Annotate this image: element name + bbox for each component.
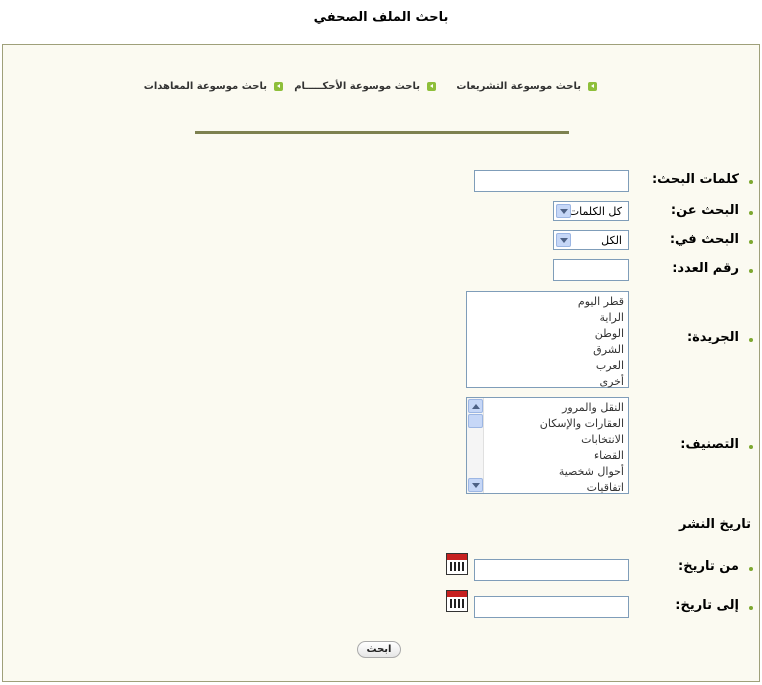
issue-number-input[interactable] [553,259,629,281]
tab-label: باحث موسوعة الأحكـــــام [294,81,420,92]
scroll-down-icon[interactable] [468,478,483,492]
tab-judgments-encyclopedia[interactable]: باحث موسوعة الأحكـــــام [294,81,436,92]
list-item[interactable]: اتفاقيات [467,480,624,496]
from-date-label: من تاريخ: [678,559,739,574]
bullet-icon [749,606,753,610]
arrow-left-icon [427,82,436,91]
search-form-panel: باحث موسوعة التشريعات باحث موسوعة الأحكـ… [2,44,760,682]
category-listbox[interactable]: النقل والمرور العقارات والإسكان الانتخاب… [466,397,629,494]
search-for-label: البحث عن: [670,203,739,218]
bullet-icon [749,211,753,215]
keywords-input[interactable] [474,170,629,192]
to-date-input[interactable] [474,596,629,618]
list-item[interactable]: الانتخابات [467,432,624,448]
tab-label: باحث موسوعة المعاهدات [143,81,267,92]
scrollbar[interactable] [467,398,484,493]
bullet-icon [749,338,753,342]
bullet-icon [749,445,753,449]
calendar-icon[interactable] [446,590,468,612]
list-item[interactable]: النقل والمرور [467,400,624,416]
list-item[interactable]: الراية [467,310,625,326]
list-item[interactable]: قطر اليوم [467,294,624,310]
scroll-thumb[interactable] [468,414,483,428]
keywords-label: كلمات البحث: [651,172,739,187]
list-item[interactable]: القضاء [467,448,624,464]
page-title: باحث الملف الصحفي [313,10,449,25]
tab-label: باحث موسوعة التشريعات [456,81,581,92]
bullet-icon [749,240,753,244]
list-item[interactable]: العقارات والإسكان [467,416,624,432]
chevron-down-icon[interactable] [556,233,571,247]
issue-number-label: رقم العدد: [672,261,739,276]
tab-treaties-encyclopedia[interactable]: باحث موسوعة المعاهدات [144,81,283,92]
calendar-icon[interactable] [446,553,468,575]
list-item[interactable]: الوطن [467,326,624,342]
list-item[interactable]: العرب [467,358,624,374]
search-in-label: البحث في: [669,232,739,247]
arrow-left-icon [588,82,597,91]
arrow-left-icon [274,82,283,91]
publish-date-heading: تاريخ النشر [679,517,751,532]
list-item[interactable]: أخرى [467,374,624,390]
scroll-up-icon[interactable] [468,399,483,413]
newspaper-listbox[interactable]: قطر اليوم الراية الوطن الشرق العرب أخرى [466,291,629,388]
search-in-value: الكل [601,233,622,247]
to-date-label: إلى تاريخ: [675,598,739,613]
category-label: التصنيف: [680,437,739,452]
divider [195,131,569,134]
list-item[interactable]: أحوال شخصية [467,464,624,480]
chevron-down-icon[interactable] [556,204,571,218]
bullet-icon [749,567,753,571]
bullet-icon [749,269,753,273]
search-for-value: كل الكلمات [568,204,622,218]
search-button[interactable]: ابحث [357,641,401,658]
search-for-select[interactable]: كل الكلمات [553,201,629,221]
bullet-icon [749,180,753,184]
tab-legislation-encyclopedia[interactable]: باحث موسوعة التشريعات [456,81,597,92]
list-item[interactable]: الشرق [467,342,624,358]
from-date-input[interactable] [474,559,629,581]
newspaper-label: الجريدة: [686,330,739,345]
search-in-select[interactable]: الكل [553,230,629,250]
